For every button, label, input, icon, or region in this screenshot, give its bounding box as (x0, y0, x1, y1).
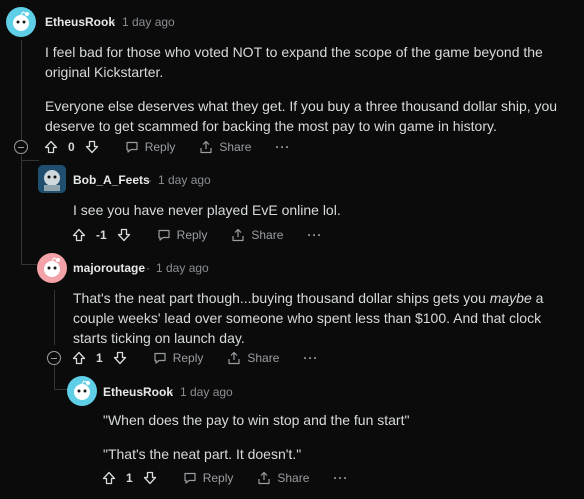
avatar[interactable] (37, 253, 67, 283)
share-icon (200, 140, 212, 154)
thread-line-3-lower (54, 364, 55, 389)
comment-paragraph: Everyone else deserves what they get. If… (45, 98, 558, 134)
vote-count: 0 (68, 140, 75, 154)
comment-actions: 0 Reply Share ··· (44, 136, 290, 158)
more-icon: ··· (303, 351, 319, 365)
upvote-icon[interactable] (44, 140, 58, 154)
share-button[interactable]: Share (227, 351, 279, 365)
comment-actions: 1 Reply Share ··· (72, 347, 318, 369)
share-label: Share (251, 228, 284, 242)
share-button[interactable]: Share (257, 471, 309, 485)
share-button[interactable]: Share (199, 140, 251, 154)
thread-line-1 (21, 40, 22, 140)
timestamp-text: 1 day ago (156, 261, 209, 275)
more-icon: ··· (333, 471, 349, 485)
timestamp-text: 1 day ago (180, 385, 233, 399)
more-icon: ··· (275, 140, 291, 154)
share-button[interactable]: Share (231, 228, 283, 242)
reply-icon (184, 472, 196, 484)
reply-icon (158, 229, 170, 241)
collapse-icon[interactable] (47, 351, 61, 365)
reply-icon (126, 141, 138, 153)
vote-group: -1 (72, 228, 131, 242)
comment-paragraph: I feel bad for those who voted NOT to ex… (45, 44, 543, 80)
reply-button[interactable]: Reply (157, 228, 208, 242)
downvote-icon[interactable] (143, 471, 157, 485)
reply-label: Reply (176, 228, 208, 242)
snoo-avatar-icon (44, 257, 60, 277)
avatar[interactable] (67, 376, 97, 406)
more-options-button[interactable]: ··· (307, 228, 322, 242)
snoo-avatar-icon (74, 380, 90, 400)
comment-text: That's the neat part though...buying tho… (73, 290, 490, 306)
comment-body: "When does the pay to win stop and the f… (103, 410, 573, 464)
thread-line-3 (54, 290, 55, 345)
upvote-icon[interactable] (72, 351, 86, 365)
comment-paragraph: I see you have never played EvE online l… (73, 202, 341, 218)
comment-paragraph: "When does the pay to win stop and the f… (103, 412, 410, 428)
comment-actions: 1 Reply Share ··· (102, 467, 348, 489)
share-icon (232, 228, 244, 242)
reply-button[interactable]: Reply (125, 140, 176, 154)
timestamp: · 1 day ago (170, 385, 233, 399)
timestamp-text: 1 day ago (122, 15, 175, 29)
thread-branch-3 (54, 389, 68, 390)
upvote-icon[interactable] (102, 471, 116, 485)
avatar[interactable] (38, 165, 66, 193)
downvote-icon[interactable] (85, 140, 99, 154)
share-icon (258, 471, 270, 485)
reply-label: Reply (144, 140, 176, 154)
reply-label: Reply (172, 351, 204, 365)
comment-actions: -1 Reply Share ··· (72, 224, 322, 246)
more-options-button[interactable]: ··· (333, 471, 348, 485)
reply-icon (154, 352, 166, 364)
snoo-avatar-icon (13, 11, 29, 31)
thread-branch-2 (21, 264, 37, 265)
vote-group: 1 (72, 351, 127, 365)
reply-button[interactable]: Reply (183, 471, 234, 485)
collapse-icon[interactable] (14, 140, 28, 154)
downvote-icon[interactable] (113, 351, 127, 365)
custom-avatar-icon (38, 165, 66, 193)
more-options-button[interactable]: ··· (275, 140, 290, 154)
comment-paragraph: That's the neat part though...buying tho… (73, 288, 573, 348)
comment-emphasis: maybe (489, 290, 532, 306)
comment-paragraph: "That's the neat part. It doesn't." (103, 446, 302, 462)
comment-body: I see you have never played EvE online l… (73, 200, 563, 220)
username[interactable]: EtheusRook (103, 385, 173, 399)
comment-body: That's the neat part though...buying tho… (73, 288, 573, 348)
share-icon (228, 351, 240, 365)
thread-branch-1 (21, 160, 39, 161)
share-label: Share (247, 351, 280, 365)
username[interactable]: majoroutage (73, 261, 145, 275)
timestamp: · 1 day ago (112, 15, 175, 29)
share-label: Share (277, 471, 310, 485)
reply-button[interactable]: Reply (153, 351, 204, 365)
vote-count: -1 (96, 228, 107, 242)
vote-group: 0 (44, 140, 99, 154)
timestamp: · 1 day ago (148, 173, 211, 187)
username[interactable]: Bob_A_Feets (73, 173, 150, 187)
reply-label: Reply (202, 471, 234, 485)
vote-group: 1 (102, 471, 157, 485)
more-options-button[interactable]: ··· (303, 351, 318, 365)
thread-line-1-lower (21, 155, 22, 265)
vote-count: 1 (96, 351, 103, 365)
timestamp: · 1 day ago (146, 261, 209, 275)
downvote-icon[interactable] (117, 228, 131, 242)
share-label: Share (219, 140, 252, 154)
more-icon: ··· (307, 228, 323, 242)
comment-body: I feel bad for those who voted NOT to ex… (45, 42, 570, 136)
avatar[interactable] (6, 7, 36, 37)
timestamp-text: 1 day ago (158, 173, 211, 187)
upvote-icon[interactable] (72, 228, 86, 242)
username[interactable]: EthеusRook (45, 15, 115, 29)
vote-count: 1 (126, 471, 133, 485)
